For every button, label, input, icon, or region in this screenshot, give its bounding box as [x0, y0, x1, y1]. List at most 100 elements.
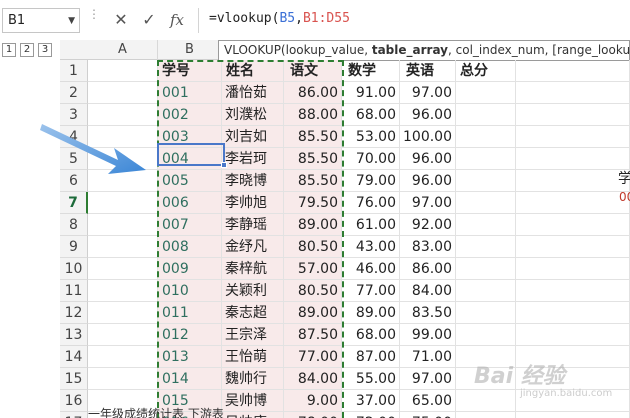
- cell-english[interactable]: 92.00: [400, 214, 456, 236]
- row-header[interactable]: 8: [60, 214, 88, 236]
- cell-math[interactable]: 91.00: [342, 82, 400, 104]
- cell-h[interactable]: [516, 148, 630, 170]
- cell-english[interactable]: 97.00: [400, 82, 456, 104]
- cell-english[interactable]: 96.00: [400, 170, 456, 192]
- fill-handle[interactable]: [221, 162, 227, 168]
- insert-function-icon[interactable]: fx: [166, 9, 188, 31]
- cell-math[interactable]: 89.00: [342, 302, 400, 324]
- cell-english[interactable]: 65.00: [400, 390, 456, 412]
- cell-total[interactable]: [456, 192, 516, 214]
- cell-total[interactable]: [456, 302, 516, 324]
- cell-english[interactable]: 97.00: [400, 192, 456, 214]
- row-header[interactable]: 9: [60, 236, 88, 258]
- cell-a[interactable]: [88, 280, 158, 302]
- cell-english[interactable]: 71.00: [400, 346, 456, 368]
- cell-english[interactable]: 84.00: [400, 280, 456, 302]
- cell-h[interactable]: [516, 324, 630, 346]
- sheet-tabs[interactable]: 一年级成绩统计表 下游表: [88, 405, 348, 418]
- row-header[interactable]: 11: [60, 280, 88, 302]
- cell-total[interactable]: [456, 82, 516, 104]
- cell-h[interactable]: [516, 302, 630, 324]
- formula-input[interactable]: =vlookup(B5,B1:D55: [198, 8, 630, 33]
- cell-math[interactable]: 72.00: [342, 412, 400, 418]
- cell-english[interactable]: 96.00: [400, 104, 456, 126]
- cell-english[interactable]: 英语: [400, 60, 456, 82]
- row-header[interactable]: 7: [60, 192, 88, 214]
- outline-level-3-button[interactable]: 3: [38, 43, 52, 57]
- cell-english[interactable]: 83.00: [400, 236, 456, 258]
- cell-total[interactable]: [456, 390, 516, 412]
- cell-total[interactable]: [456, 104, 516, 126]
- cell-total[interactable]: [456, 126, 516, 148]
- column-header-b[interactable]: B: [158, 40, 222, 60]
- outline-level-2-button[interactable]: 2: [20, 43, 34, 57]
- cell-math[interactable]: 46.00: [342, 258, 400, 280]
- cell-math[interactable]: 61.00: [342, 214, 400, 236]
- cell-total[interactable]: [456, 236, 516, 258]
- enter-check-icon[interactable]: ✓: [138, 9, 160, 31]
- cell-math[interactable]: 53.00: [342, 126, 400, 148]
- active-cell-selection[interactable]: [157, 143, 227, 168]
- cell-english[interactable]: 100.00: [400, 126, 456, 148]
- chevron-down-icon[interactable]: ▼: [68, 16, 75, 26]
- cell-math[interactable]: 68.00: [342, 324, 400, 346]
- row-header[interactable]: 10: [60, 258, 88, 280]
- row-header[interactable]: 1: [60, 60, 88, 82]
- cell-english[interactable]: 97.00: [400, 368, 456, 390]
- cell-math[interactable]: 70.00: [342, 148, 400, 170]
- cell-a[interactable]: [88, 346, 158, 368]
- cell-total[interactable]: [456, 148, 516, 170]
- cell-h[interactable]: [516, 214, 630, 236]
- cell-total[interactable]: [456, 412, 516, 418]
- column-header-a[interactable]: A: [88, 40, 158, 60]
- cell-math[interactable]: 79.00: [342, 170, 400, 192]
- cell-math[interactable]: 77.00: [342, 280, 400, 302]
- cell-math[interactable]: 87.00: [342, 346, 400, 368]
- cell-a[interactable]: [88, 302, 158, 324]
- cell-h[interactable]: [516, 192, 630, 214]
- cell-english[interactable]: 75.00: [400, 412, 456, 418]
- cell-a[interactable]: [88, 324, 158, 346]
- outline-level-1-button[interactable]: 1: [2, 43, 16, 57]
- cell-h[interactable]: [516, 170, 630, 192]
- cell-a[interactable]: [88, 214, 158, 236]
- row-header[interactable]: 12: [60, 302, 88, 324]
- cell-english[interactable]: 83.50: [400, 302, 456, 324]
- cell-a[interactable]: [88, 236, 158, 258]
- cell-h[interactable]: [516, 126, 630, 148]
- row-header[interactable]: 15: [60, 368, 88, 390]
- cell-h[interactable]: [516, 104, 630, 126]
- cell-a[interactable]: [88, 82, 158, 104]
- cell-english[interactable]: 96.00: [400, 148, 456, 170]
- row-header[interactable]: 13: [60, 324, 88, 346]
- cell-math[interactable]: 数学: [342, 60, 400, 82]
- cell-a[interactable]: [88, 368, 158, 390]
- cell-total[interactable]: [456, 258, 516, 280]
- cell-h[interactable]: [516, 82, 630, 104]
- cell-total[interactable]: 总分: [456, 60, 516, 82]
- row-header[interactable]: 16: [60, 390, 88, 412]
- cell-math[interactable]: 76.00: [342, 192, 400, 214]
- cell-h[interactable]: [516, 258, 630, 280]
- drag-handle-icon[interactable]: ⋮: [88, 8, 100, 20]
- cell-total[interactable]: [456, 324, 516, 346]
- cell-english[interactable]: 99.00: [400, 324, 456, 346]
- cell-h[interactable]: [516, 412, 630, 418]
- cell-math[interactable]: 55.00: [342, 368, 400, 390]
- cell-math[interactable]: 68.00: [342, 104, 400, 126]
- cancel-icon[interactable]: ✕: [110, 9, 132, 31]
- name-box[interactable]: B1 ▼: [2, 8, 80, 33]
- cell-h[interactable]: [516, 60, 630, 82]
- cell-total[interactable]: [456, 280, 516, 302]
- cell-h[interactable]: [516, 236, 630, 258]
- cell-math[interactable]: 37.00: [342, 390, 400, 412]
- row-header[interactable]: 14: [60, 346, 88, 368]
- cell-a[interactable]: [88, 60, 158, 82]
- cell-total[interactable]: [456, 214, 516, 236]
- row-header[interactable]: 17: [60, 412, 88, 418]
- cell-a[interactable]: [88, 258, 158, 280]
- cell-english[interactable]: 86.00: [400, 258, 456, 280]
- cell-a[interactable]: [88, 192, 158, 214]
- row-header[interactable]: 2: [60, 82, 88, 104]
- cell-h[interactable]: [516, 280, 630, 302]
